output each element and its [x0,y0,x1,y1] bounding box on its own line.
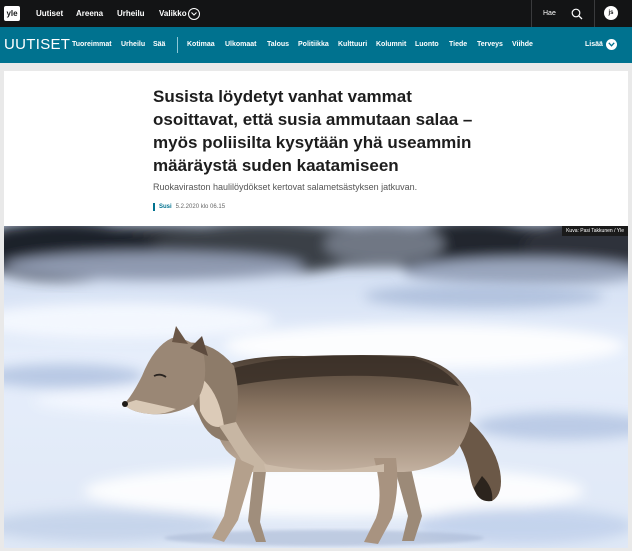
nav-divider [177,37,178,53]
avatar[interactable]: js [604,6,618,20]
nav-item-ulkomaat[interactable]: Ulkomaat [225,27,257,63]
nav-item-kolumnit[interactable]: Kolumnit [376,27,406,63]
article-meta: Susi 5.2.2020 klo 06.15 [153,203,225,212]
section-nav: UUTISET Tuoreimmat Urheilu Sää Kotimaa U… [0,27,632,63]
nav-item-luonto[interactable]: Luonto [415,27,439,63]
top-bar: yle Uutiset Areena Urheilu Valikko Hae j… [0,0,632,27]
publish-date: 5.2.2020 klo 06.15 [175,204,226,210]
nav-item-viihde[interactable]: Viihde [512,27,533,63]
nav-item-tuoreimmat[interactable]: Tuoreimmat [72,27,112,63]
article-lead: Ruokaviraston haulilöydökset kertovat sa… [153,182,418,192]
divider [594,0,595,27]
chevron-down-icon[interactable] [606,39,617,50]
topnav-areena[interactable]: Areena [76,0,103,27]
search-icon[interactable] [571,7,583,25]
nav-item-talous[interactable]: Talous [267,27,289,63]
nav-item-terveys[interactable]: Terveys [477,27,503,63]
nav-item-saa[interactable]: Sää [153,27,165,63]
hero-photo-wolf: Kuva: Pasi Takkunen / Yle [4,226,628,548]
nav-item-politiikka[interactable]: Politiikka [298,27,329,63]
uutiset-brand[interactable]: UUTISET [4,27,70,63]
search-label[interactable]: Hae [543,0,556,27]
nav-item-kotimaa[interactable]: Kotimaa [187,27,215,63]
nav-item-tiede[interactable]: Tiede [449,27,467,63]
photo-credit: Kuva: Pasi Takkunen / Yle [562,226,628,236]
nav-item-urheilu[interactable]: Urheilu [121,27,145,63]
topnav-uutiset[interactable]: Uutiset [36,0,63,27]
more-menu-label[interactable]: Lisää [585,27,603,63]
chevron-down-icon[interactable] [188,8,200,20]
divider [531,0,532,27]
yle-logo[interactable]: yle [4,6,20,21]
article-header: Susista löydetyt vanhat vammat osoittava… [4,71,628,226]
topnav-valikko[interactable]: Valikko [159,0,187,27]
nav-item-kulttuuri[interactable]: Kulttuuri [338,27,367,63]
article-headline: Susista löydetyt vanhat vammat osoittava… [153,87,473,175]
wolf-in-snow-image [4,226,628,548]
meta-accent-bar [153,203,155,211]
topnav-urheilu[interactable]: Urheilu [117,0,145,27]
subject-tag[interactable]: Susi [159,204,172,210]
